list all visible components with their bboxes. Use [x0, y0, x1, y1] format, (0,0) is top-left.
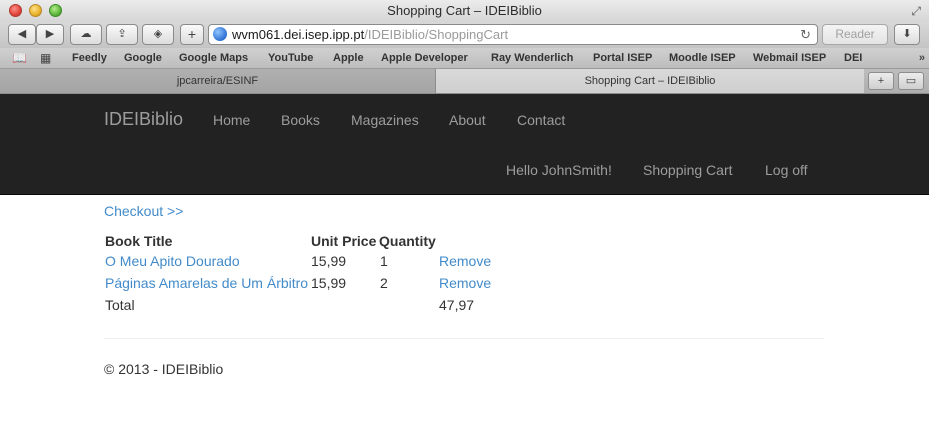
- nav-log-off[interactable]: Log off: [765, 161, 808, 179]
- reading-list-icon[interactable]: 📖: [12, 51, 27, 65]
- more-bookmarks-icon[interactable]: »: [919, 48, 925, 69]
- total-value: 47,97: [439, 297, 475, 313]
- tab-overview-icon: ▭: [905, 75, 917, 87]
- remove-link[interactable]: Remove: [439, 253, 491, 269]
- share-button[interactable]: ⇪: [106, 24, 138, 45]
- show-all-tabs-button[interactable]: ◈: [142, 24, 174, 45]
- bookmark-moodle-isep[interactable]: Moodle ISEP: [669, 48, 736, 69]
- nav-about[interactable]: About: [449, 111, 486, 129]
- reload-icon[interactable]: ↻: [800, 25, 811, 44]
- column-header-book-title: Book Title: [105, 233, 173, 249]
- browser-toolbar: ◀ ▶ ☁ ⇪ ◈ + wvm061.dei.isep.ipp.pt/IDEIB…: [0, 22, 929, 48]
- brand-link[interactable]: IDEIBiblio: [104, 109, 183, 129]
- nav-books[interactable]: Books: [281, 111, 320, 129]
- download-icon: ⬇: [902, 28, 912, 40]
- fullscreen-icon[interactable]: ⤢: [911, 4, 921, 18]
- checkout-link[interactable]: Checkout >>: [104, 202, 183, 220]
- bookmark-youtube[interactable]: YouTube: [268, 48, 313, 69]
- nav-home[interactable]: Home: [213, 111, 250, 129]
- bookmark-google-maps[interactable]: Google Maps: [179, 48, 248, 69]
- plus-icon: +: [877, 75, 885, 87]
- share-icon: ⇪: [117, 28, 127, 40]
- tab-label: Shopping Cart – IDEIBiblio: [584, 75, 716, 87]
- book-title-link[interactable]: O Meu Apito Dourado: [105, 253, 240, 269]
- add-bookmark-button[interactable]: +: [180, 24, 204, 45]
- reader-button[interactable]: Reader: [822, 24, 888, 45]
- minimize-window-button[interactable]: [29, 4, 42, 17]
- top-sites-icon[interactable]: ▦: [40, 51, 51, 65]
- footer-divider: [104, 338, 824, 339]
- url-path: /IDEIBiblio/ShoppingCart: [364, 27, 509, 42]
- nav-hello-user[interactable]: Hello JohnSmith!: [506, 161, 612, 179]
- cloud-icon: ☁: [80, 28, 92, 40]
- remove-link[interactable]: Remove: [439, 275, 491, 291]
- downloads-button[interactable]: ⬇: [894, 24, 920, 45]
- nav-magazines[interactable]: Magazines: [351, 111, 419, 129]
- forward-arrow-icon: ▶: [45, 28, 55, 40]
- total-label: Total: [105, 297, 135, 313]
- bookmark-webmail-isep[interactable]: Webmail ISEP: [753, 48, 826, 69]
- address-bar[interactable]: wvm061.dei.isep.ipp.pt/IDEIBiblio/Shoppi…: [208, 24, 818, 45]
- bookmark-ray-wenderlich[interactable]: Ray Wenderlich: [491, 48, 573, 69]
- unit-price: 15,99: [311, 275, 347, 291]
- nav-contact[interactable]: Contact: [517, 111, 565, 129]
- back-arrow-icon: ◀: [17, 28, 27, 40]
- new-tab-button[interactable]: +: [868, 72, 894, 90]
- total-row: Total 47,97: [104, 294, 518, 316]
- tab-overview-button[interactable]: ▭: [898, 72, 924, 90]
- tab-shopping-cart[interactable]: Shopping Cart – IDEIBiblio: [436, 69, 864, 93]
- table-header-row: Book Title Unit Price Quantity: [104, 232, 518, 250]
- nav-shopping-cart[interactable]: Shopping Cart: [643, 161, 733, 179]
- url-host: wvm061.dei.isep.ipp.pt: [232, 27, 365, 42]
- unit-price: 15,99: [311, 253, 347, 269]
- bookmark-dei[interactable]: DEI: [844, 48, 862, 69]
- zoom-window-button[interactable]: [49, 4, 62, 17]
- globe-icon: [213, 27, 227, 41]
- forward-button[interactable]: ▶: [36, 24, 64, 45]
- column-header-unit-price: Unit Price: [311, 233, 377, 249]
- plus-icon: +: [187, 26, 197, 42]
- cart-table: Book Title Unit Price Quantity O Meu Api…: [104, 232, 518, 316]
- table-row: O Meu Apito Dourado 15,99 1 Remove: [104, 250, 518, 272]
- window-title: Shopping Cart – IDEIBiblio: [387, 3, 542, 18]
- footer-text: © 2013 - IDEIBiblio: [104, 361, 224, 377]
- quantity: 2: [380, 275, 388, 291]
- window-titlebar: Shopping Cart – IDEIBiblio ⤢: [0, 0, 929, 22]
- book-title-link[interactable]: Páginas Amarelas de Um Árbitro: [105, 275, 308, 291]
- layers-icon: ◈: [153, 28, 163, 40]
- tab-label: jpcarreira/ESINF: [176, 75, 259, 87]
- close-window-button[interactable]: [9, 4, 22, 17]
- back-button[interactable]: ◀: [8, 24, 36, 45]
- tab-bar: jpcarreira/ESINF Shopping Cart – IDEIBib…: [0, 69, 929, 94]
- column-header-action: [438, 232, 518, 250]
- url-text: wvm061.dei.isep.ipp.pt/IDEIBiblio/Shoppi…: [232, 25, 508, 44]
- bookmark-feedly[interactable]: Feedly: [72, 48, 107, 69]
- bookmark-portal-isep[interactable]: Portal ISEP: [593, 48, 652, 69]
- tab-jpcarreira-esinf[interactable]: jpcarreira/ESINF: [0, 69, 436, 93]
- bookmarks-bar: 📖 ▦ Feedly Google Google Maps YouTube Ap…: [0, 48, 929, 69]
- bookmark-apple[interactable]: Apple: [333, 48, 364, 69]
- table-row: Páginas Amarelas de Um Árbitro 15,99 2 R…: [104, 272, 518, 294]
- column-header-quantity: Quantity: [379, 233, 436, 249]
- quantity: 1: [380, 253, 388, 269]
- icloud-tabs-button[interactable]: ☁: [70, 24, 102, 45]
- bookmark-google[interactable]: Google: [124, 48, 162, 69]
- site-navbar: IDEIBiblio Home Books Magazines About Co…: [0, 94, 929, 195]
- bookmark-apple-developer[interactable]: Apple Developer: [381, 48, 468, 69]
